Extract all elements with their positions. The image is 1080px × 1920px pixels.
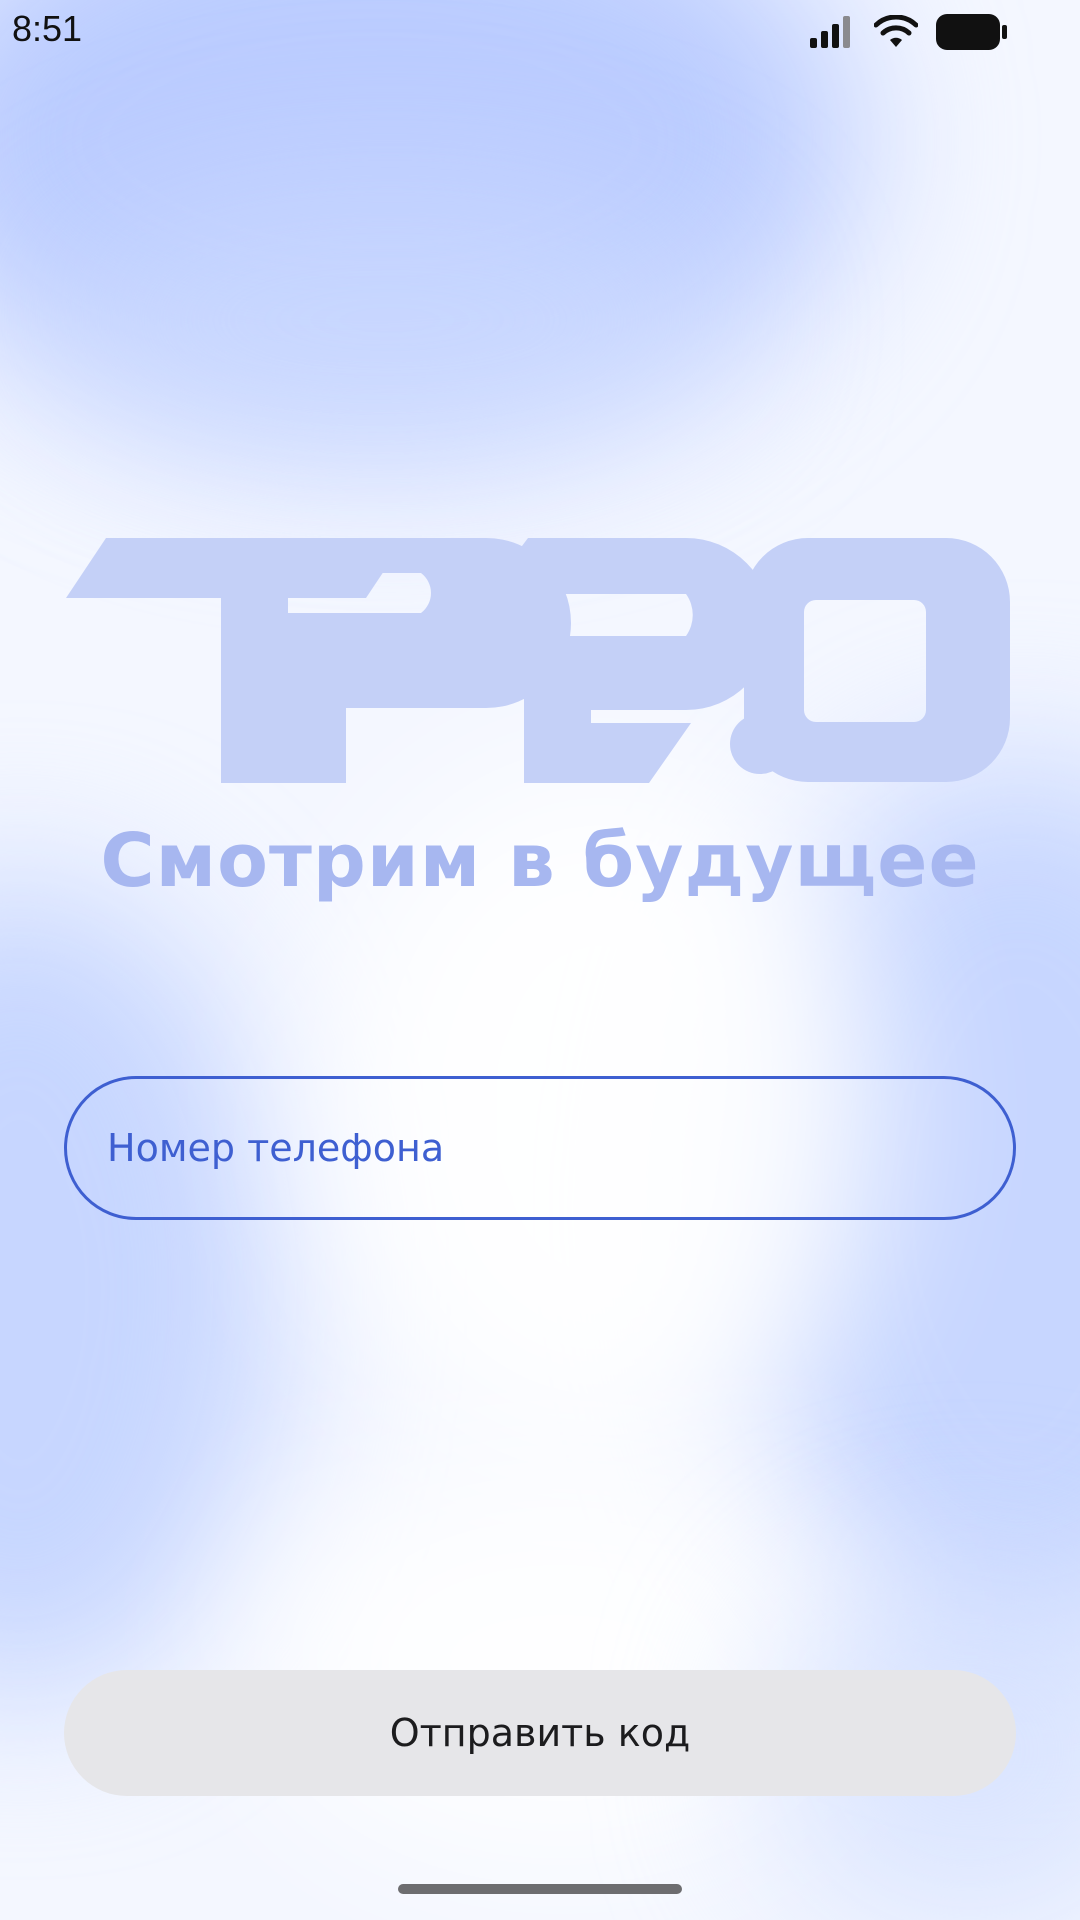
login-screen: 8:51 Смотрим в будущее Номер телефона От… xyxy=(0,0,1080,1920)
phone-input[interactable] xyxy=(107,1079,967,1217)
phone-field[interactable] xyxy=(64,1076,1016,1220)
send-code-button[interactable]: Отправить код xyxy=(64,1670,1016,1796)
gradient-background xyxy=(0,0,1080,1920)
home-indicator[interactable] xyxy=(398,1884,682,1894)
brand-logo xyxy=(66,538,1010,783)
brand-slogan: Смотрим в будущее xyxy=(100,818,980,904)
battery-icon xyxy=(936,14,1007,50)
status-bar: 8:51 xyxy=(0,0,1080,64)
status-time: 8:51 xyxy=(12,8,83,49)
cellular-signal-icon xyxy=(810,16,850,48)
status-icons xyxy=(810,14,1008,50)
wifi-icon xyxy=(874,15,918,47)
